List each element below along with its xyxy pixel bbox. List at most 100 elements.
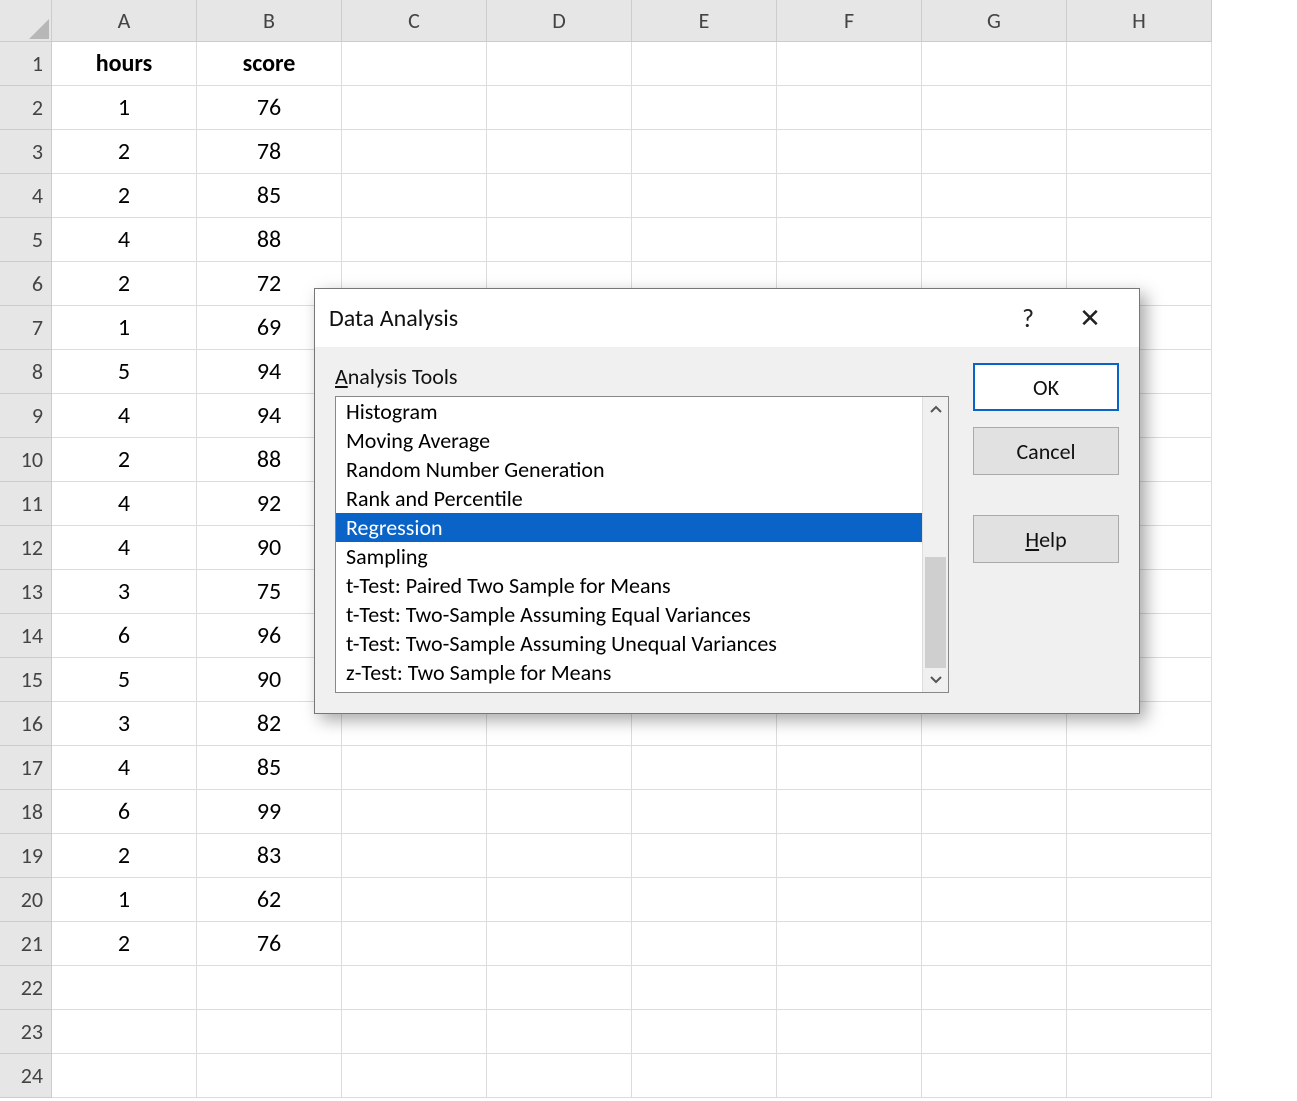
cell-B1[interactable]: score xyxy=(197,42,342,86)
cell-A15[interactable]: 5 xyxy=(52,658,197,702)
cell-G1[interactable] xyxy=(922,42,1067,86)
row-header-20[interactable]: 20 xyxy=(0,878,52,922)
scroll-thumb[interactable] xyxy=(925,557,946,668)
cell-E19[interactable] xyxy=(632,834,777,878)
cell-G5[interactable] xyxy=(922,218,1067,262)
list-item[interactable]: Rank and Percentile xyxy=(336,484,922,513)
cell-H21[interactable] xyxy=(1067,922,1212,966)
cell-G18[interactable] xyxy=(922,790,1067,834)
cell-E1[interactable] xyxy=(632,42,777,86)
row-header-5[interactable]: 5 xyxy=(0,218,52,262)
row-header-7[interactable]: 7 xyxy=(0,306,52,350)
cell-C24[interactable] xyxy=(342,1054,487,1098)
cell-C18[interactable] xyxy=(342,790,487,834)
cell-B24[interactable] xyxy=(197,1054,342,1098)
cell-C20[interactable] xyxy=(342,878,487,922)
cell-A4[interactable]: 2 xyxy=(52,174,197,218)
cell-G22[interactable] xyxy=(922,966,1067,1010)
row-header-14[interactable]: 14 xyxy=(0,614,52,658)
cell-F19[interactable] xyxy=(777,834,922,878)
cell-D17[interactable] xyxy=(487,746,632,790)
cell-A18[interactable]: 6 xyxy=(52,790,197,834)
cell-D22[interactable] xyxy=(487,966,632,1010)
cell-F4[interactable] xyxy=(777,174,922,218)
cell-C2[interactable] xyxy=(342,86,487,130)
column-header-A[interactable]: A xyxy=(52,0,197,42)
cell-D23[interactable] xyxy=(487,1010,632,1054)
cell-E21[interactable] xyxy=(632,922,777,966)
list-item[interactable]: Random Number Generation xyxy=(336,455,922,484)
row-header-8[interactable]: 8 xyxy=(0,350,52,394)
cell-G17[interactable] xyxy=(922,746,1067,790)
cell-D3[interactable] xyxy=(487,130,632,174)
cell-B22[interactable] xyxy=(197,966,342,1010)
cell-G4[interactable] xyxy=(922,174,1067,218)
cancel-button[interactable]: Cancel xyxy=(973,427,1119,475)
cell-H23[interactable] xyxy=(1067,1010,1212,1054)
cell-H2[interactable] xyxy=(1067,86,1212,130)
cell-D19[interactable] xyxy=(487,834,632,878)
cell-E17[interactable] xyxy=(632,746,777,790)
row-header-21[interactable]: 21 xyxy=(0,922,52,966)
cell-A16[interactable]: 3 xyxy=(52,702,197,746)
cell-F21[interactable] xyxy=(777,922,922,966)
cell-A23[interactable] xyxy=(52,1010,197,1054)
cell-G2[interactable] xyxy=(922,86,1067,130)
cell-F5[interactable] xyxy=(777,218,922,262)
cell-B21[interactable]: 76 xyxy=(197,922,342,966)
row-header-9[interactable]: 9 xyxy=(0,394,52,438)
row-header-10[interactable]: 10 xyxy=(0,438,52,482)
cell-C22[interactable] xyxy=(342,966,487,1010)
column-header-F[interactable]: F xyxy=(777,0,922,42)
cell-A9[interactable]: 4 xyxy=(52,394,197,438)
row-header-15[interactable]: 15 xyxy=(0,658,52,702)
listbox-scrollbar[interactable] xyxy=(922,397,948,692)
cell-F22[interactable] xyxy=(777,966,922,1010)
column-header-H[interactable]: H xyxy=(1067,0,1212,42)
cell-A8[interactable]: 5 xyxy=(52,350,197,394)
cell-D21[interactable] xyxy=(487,922,632,966)
cell-A20[interactable]: 1 xyxy=(52,878,197,922)
column-header-G[interactable]: G xyxy=(922,0,1067,42)
cell-C5[interactable] xyxy=(342,218,487,262)
row-header-19[interactable]: 19 xyxy=(0,834,52,878)
cell-A17[interactable]: 4 xyxy=(52,746,197,790)
cell-F2[interactable] xyxy=(777,86,922,130)
row-header-12[interactable]: 12 xyxy=(0,526,52,570)
cell-E23[interactable] xyxy=(632,1010,777,1054)
cell-C23[interactable] xyxy=(342,1010,487,1054)
scroll-down-icon[interactable] xyxy=(923,668,948,692)
cell-B23[interactable] xyxy=(197,1010,342,1054)
cell-E4[interactable] xyxy=(632,174,777,218)
cell-C17[interactable] xyxy=(342,746,487,790)
row-header-1[interactable]: 1 xyxy=(0,42,52,86)
cell-D5[interactable] xyxy=(487,218,632,262)
cell-A22[interactable] xyxy=(52,966,197,1010)
scroll-track[interactable] xyxy=(923,421,948,668)
cell-A12[interactable]: 4 xyxy=(52,526,197,570)
cell-C3[interactable] xyxy=(342,130,487,174)
cell-G19[interactable] xyxy=(922,834,1067,878)
cell-E24[interactable] xyxy=(632,1054,777,1098)
cell-E2[interactable] xyxy=(632,86,777,130)
analysis-tools-listbox[interactable]: HistogramMoving AverageRandom Number Gen… xyxy=(335,396,949,693)
cell-F3[interactable] xyxy=(777,130,922,174)
row-header-24[interactable]: 24 xyxy=(0,1054,52,1098)
cell-H19[interactable] xyxy=(1067,834,1212,878)
cell-B19[interactable]: 83 xyxy=(197,834,342,878)
list-item[interactable]: Moving Average xyxy=(336,426,922,455)
column-header-D[interactable]: D xyxy=(487,0,632,42)
help-icon[interactable]: ? xyxy=(997,289,1059,347)
cell-A14[interactable]: 6 xyxy=(52,614,197,658)
row-header-18[interactable]: 18 xyxy=(0,790,52,834)
cell-D2[interactable] xyxy=(487,86,632,130)
cell-H18[interactable] xyxy=(1067,790,1212,834)
help-button[interactable]: Help xyxy=(973,515,1119,563)
cell-G24[interactable] xyxy=(922,1054,1067,1098)
cell-H24[interactable] xyxy=(1067,1054,1212,1098)
row-header-3[interactable]: 3 xyxy=(0,130,52,174)
list-item[interactable]: t-Test: Two-Sample Assuming Unequal Vari… xyxy=(336,629,922,658)
list-item[interactable]: Regression xyxy=(336,513,922,542)
cell-E5[interactable] xyxy=(632,218,777,262)
cell-G21[interactable] xyxy=(922,922,1067,966)
